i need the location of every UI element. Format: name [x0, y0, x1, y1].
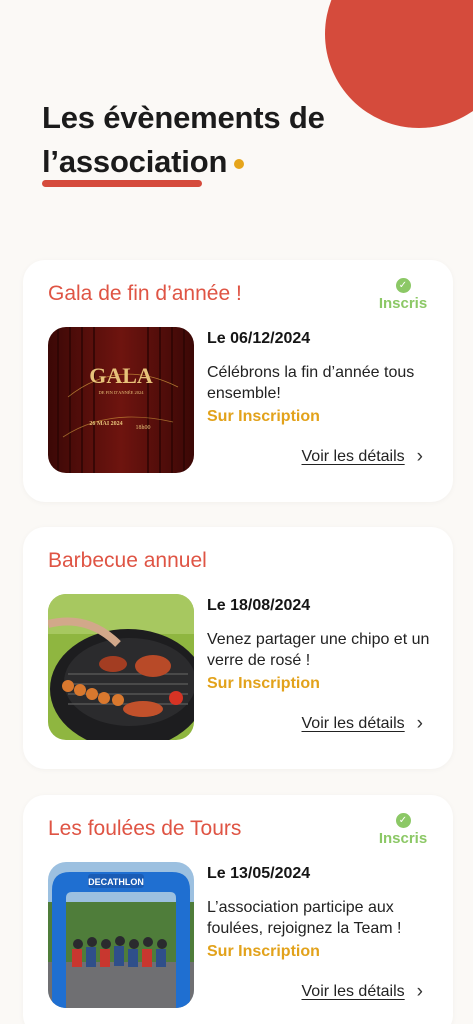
page-title-line2: l’association: [42, 144, 228, 179]
event-image-gala: GALA DE FIN D'ANNÉE 2024 26 MAI 2024 18h…: [48, 327, 194, 473]
event-card-gala[interactable]: Gala de fin d’année ! ✓ Inscris GALA DE …: [23, 260, 453, 502]
gala-headline: GALA: [89, 363, 153, 388]
status-label: Inscris: [378, 295, 428, 312]
event-card-foulees[interactable]: Les foulées de Tours ✓ Inscris DECATHLON: [23, 795, 453, 1024]
registration-note: Sur Inscription: [207, 943, 320, 960]
details-label: Voir les détails: [301, 983, 405, 1000]
page-title-line1: Les évènements de: [42, 100, 325, 135]
registration-note: Sur Inscription: [207, 408, 320, 425]
status-badge: ✓ Inscris: [373, 278, 433, 313]
details-link[interactable]: Voir les détails ›: [301, 446, 424, 467]
chevron-right-icon: ›: [416, 981, 423, 1002]
details-label: Voir les détails: [301, 448, 405, 465]
events-page: Les évènements de l’association Gala de …: [0, 0, 473, 1024]
event-card-barbecue[interactable]: Barbecue annuel Le 18/08/2024 Venez part…: [23, 527, 453, 769]
details-label: Voir les détails: [301, 715, 405, 732]
status-label: Inscris: [378, 830, 428, 847]
event-info: Le 13/05/2024 L’association participe au…: [207, 865, 437, 961]
details-link[interactable]: Voir les détails ›: [301, 713, 424, 734]
check-circle-icon: ✓: [395, 813, 411, 828]
gala-subline: DE FIN D'ANNÉE 2024: [99, 390, 145, 395]
event-image-race: DECATHLON: [48, 862, 194, 1008]
page-title: Les évènements de l’association: [42, 96, 372, 184]
header: Les évènements de l’association: [42, 96, 372, 187]
event-info: Le 06/12/2024 Célébrons la fin d’année t…: [207, 330, 437, 426]
event-date: Le 13/05/2024: [207, 865, 311, 882]
race-banner-text: DECATHLON: [88, 877, 144, 887]
title-dot: [234, 159, 245, 169]
event-date: Le 18/08/2024: [207, 597, 311, 614]
gala-date: 26 MAI 2024: [89, 421, 122, 427]
gala-time: 18h00: [136, 425, 151, 431]
chevron-right-icon: ›: [416, 713, 423, 734]
event-description: L’association participe aux foulées, rej…: [207, 899, 402, 937]
event-title: Les foulées de Tours: [48, 817, 242, 840]
event-title: Gala de fin d’année !: [48, 282, 242, 305]
event-info: Le 18/08/2024 Venez partager une chipo e…: [207, 597, 437, 693]
event-description: Venez partager une chipo et un verre de …: [207, 631, 430, 669]
details-link[interactable]: Voir les détails ›: [301, 981, 424, 1002]
check-circle-icon: ✓: [395, 278, 411, 293]
registration-note: Sur Inscription: [207, 675, 320, 692]
event-title: Barbecue annuel: [48, 549, 207, 572]
status-badge: ✓ Inscris: [373, 813, 433, 848]
chevron-right-icon: ›: [416, 446, 423, 467]
event-date: Le 06/12/2024: [207, 330, 311, 347]
title-underline: [42, 180, 202, 187]
event-image-barbecue: [48, 594, 194, 740]
event-description: Célébrons la fin d’année tous ensemble!: [207, 364, 415, 402]
